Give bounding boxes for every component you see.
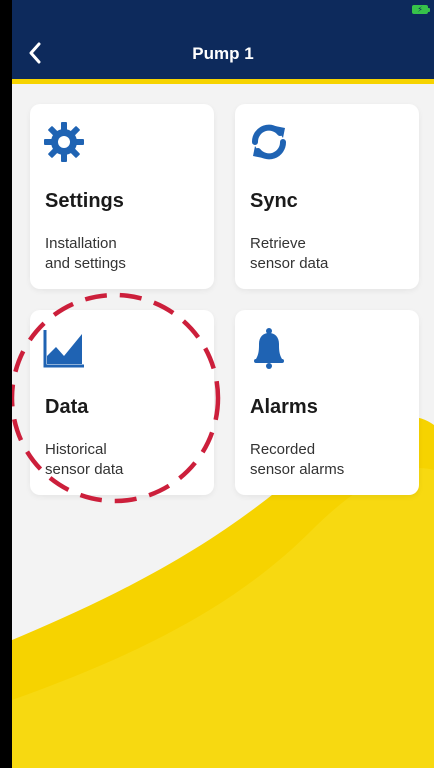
card-description-line: and settings xyxy=(45,255,126,272)
sync-card[interactable]: Sync Retrieve sensor data xyxy=(235,104,419,289)
card-description: Installation and settings xyxy=(45,234,205,274)
card-description: Historical sensor data xyxy=(45,440,205,480)
card-title: Data xyxy=(45,396,89,418)
app-screen: ⚡ Pump 1 Settings Installation and setti… xyxy=(12,0,434,768)
gear-icon xyxy=(44,122,84,162)
bell-icon xyxy=(254,328,284,369)
app-header: Pump 1 xyxy=(12,24,434,84)
card-title: Sync xyxy=(250,190,298,212)
card-description: Recorded sensor alarms xyxy=(250,440,410,480)
card-title: Settings xyxy=(45,190,124,212)
card-description-line: Installation xyxy=(45,235,117,252)
card-description-line: sensor data xyxy=(250,255,329,272)
status-bar: ⚡ xyxy=(12,0,434,24)
data-card[interactable]: Data Historical sensor data xyxy=(30,310,214,495)
card-description-line: sensor alarms xyxy=(250,461,345,478)
chart-icon xyxy=(43,330,84,368)
card-description-line: Recorded xyxy=(250,441,316,458)
card-description-line: Retrieve xyxy=(250,235,306,252)
page-title: Pump 1 xyxy=(192,44,254,63)
alarms-card[interactable]: Alarms Recorded sensor alarms xyxy=(235,310,419,495)
settings-card[interactable]: Settings Installation and settings xyxy=(30,104,214,289)
card-description-line: sensor data xyxy=(45,461,124,478)
card-description: Retrieve sensor data xyxy=(250,234,410,274)
card-title: Alarms xyxy=(250,396,318,418)
card-description-line: Historical xyxy=(45,441,107,458)
sync-icon xyxy=(252,124,286,160)
battery-charging-icon: ⚡ xyxy=(412,5,430,14)
